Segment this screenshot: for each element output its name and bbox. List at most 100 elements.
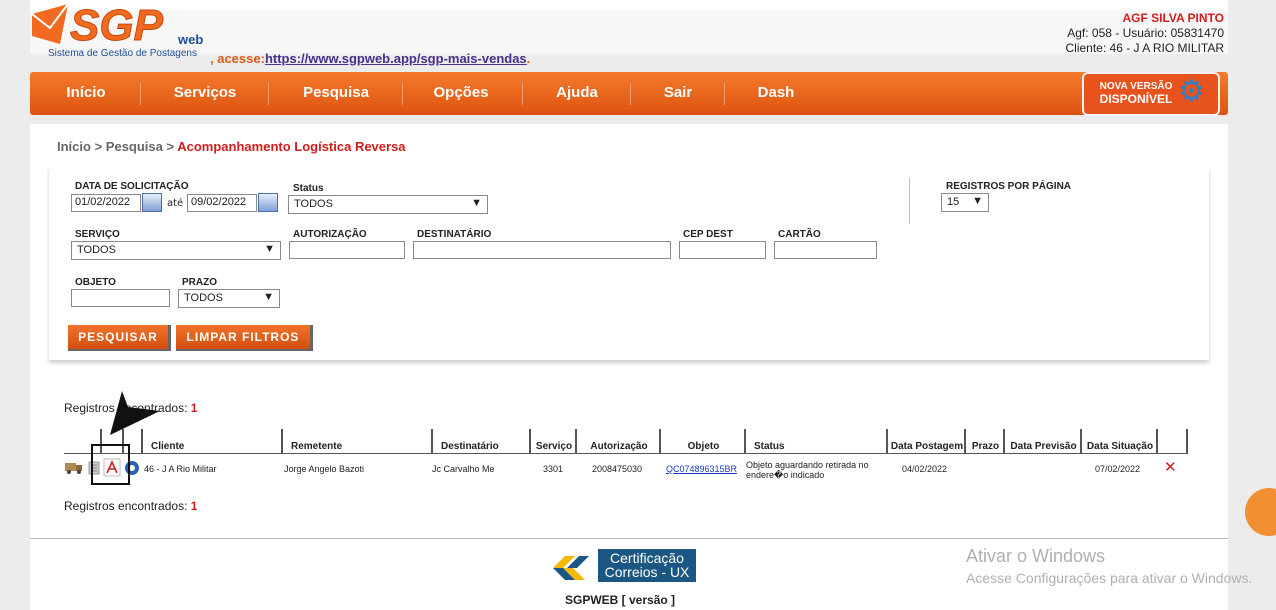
cell-objeto-link[interactable]: QC074896315BR <box>666 464 737 474</box>
nav-opcoes[interactable]: Opções <box>420 72 502 115</box>
col-remetente[interactable]: Remetente <box>285 429 433 453</box>
auth-label: AUTORIZAÇÃO <box>293 229 367 240</box>
client-line: Cliente: 46 - J A RIO MILITAR <box>1065 41 1225 55</box>
status-value: TODOS <box>294 198 333 210</box>
nav-divider <box>724 83 725 105</box>
col-objeto[interactable]: Objeto <box>663 429 746 453</box>
recipient-input[interactable] <box>413 241 671 259</box>
main-nav: Início Serviços Pesquisa Opções Ajuda Sa… <box>30 72 1228 115</box>
nav-ajuda[interactable]: Ajuda <box>540 72 614 115</box>
windows-activation-subtitle: Acesse Configurações para ativar o Windo… <box>966 570 1253 586</box>
breadcrumb-home[interactable]: Início <box>57 139 91 154</box>
calendar-icon[interactable] <box>142 193 162 212</box>
col-data-situacao[interactable]: Data Situação <box>1084 429 1158 453</box>
cell-status: Objeto aguardando retirada no endere�o i… <box>746 460 869 480</box>
cell-data-postagem: 04/02/2022 <box>902 464 948 474</box>
breadcrumb-current: Acompanhamento Logística Reversa <box>177 139 406 154</box>
filter-divider <box>909 178 910 224</box>
version-text: SGPWEB [ versão ] <box>565 593 676 607</box>
cert-line1: Certificação <box>610 550 684 566</box>
col-servico[interactable]: Serviço <box>533 429 577 453</box>
delete-icon[interactable]: ✕ <box>1164 458 1177 476</box>
cep-input[interactable] <box>679 241 766 259</box>
nav-divider <box>630 83 631 105</box>
gear-icon: ⚙ <box>1178 74 1205 109</box>
status-select[interactable]: TODOS ▼ <box>288 195 488 214</box>
nav-divider <box>522 83 523 105</box>
col-data-postagem[interactable]: Data Postagem <box>890 429 966 453</box>
breadcrumb-section[interactable]: Pesquisa <box>106 139 163 154</box>
nav-servicos[interactable]: Serviços <box>158 72 252 115</box>
nav-inicio[interactable]: Início <box>48 72 124 115</box>
auth-input[interactable] <box>289 241 405 259</box>
records-found-label: Registros encontrados: <box>64 499 188 513</box>
breadcrumb-sep: > <box>94 139 103 154</box>
chevron-down-icon: ▼ <box>972 195 983 207</box>
promo-banner: , acesse:https://www.sgpweb.app/sgp-mais… <box>210 51 530 66</box>
records-found-bottom: Registros encontrados: 1 <box>64 499 197 513</box>
col-delete <box>1160 429 1188 453</box>
pointer-arrow-icon <box>110 391 160 435</box>
col-cliente[interactable]: Cliente <box>145 429 283 453</box>
certification-badge: Certificação Correios - UX <box>598 549 696 582</box>
chevron-down-icon: ▼ <box>263 291 274 303</box>
status-label: Status <box>293 183 324 194</box>
records-found-count: 1 <box>190 401 198 415</box>
cell-cliente: 46 - J A Rio Militar <box>144 464 217 474</box>
service-value: TODOS <box>77 244 116 256</box>
date-label: DATA DE SOLICITAÇÃO <box>75 181 189 192</box>
nav-divider <box>140 83 141 105</box>
highlight-box <box>91 444 130 485</box>
truck-icon[interactable] <box>65 462 83 474</box>
cep-label: CEP DEST <box>683 229 733 240</box>
nav-divider <box>268 83 269 105</box>
chevron-down-icon: ▼ <box>471 197 482 209</box>
nav-sair[interactable]: Sair <box>648 72 708 115</box>
col-destinatario[interactable]: Destinatário <box>435 429 531 453</box>
object-input[interactable] <box>71 289 170 307</box>
col-autorizacao[interactable]: Autorização <box>579 429 661 453</box>
breadcrumb-sep: > <box>166 139 175 154</box>
cell-data-situacao: 07/02/2022 <box>1095 464 1141 474</box>
object-label: OBJETO <box>75 277 116 288</box>
col-status[interactable]: Status <box>748 429 888 453</box>
per-page-label: REGISTROS POR PÁGINA <box>946 181 1072 192</box>
search-button[interactable]: PESQUISAR <box>68 325 171 351</box>
service-label: SERVIÇO <box>75 229 120 240</box>
promo-prefix: , acesse: <box>210 51 265 66</box>
date-from-input[interactable]: 01/02/2022 <box>71 194 141 212</box>
records-found-count: 1 <box>190 499 198 513</box>
chat-bubble-icon[interactable] <box>1245 488 1276 536</box>
user-line: Agf: 058 - Usuário: 05831470 <box>1067 26 1224 40</box>
breadcrumb: Início > Pesquisa > Acompanhamento Logís… <box>57 139 406 154</box>
logo-subtitle: Sistema de Gestão de Postagens <box>48 48 197 59</box>
service-select[interactable]: TODOS ▼ <box>71 241 281 260</box>
col-prazo[interactable]: Prazo <box>968 429 1005 453</box>
cell-servico: 3301 <box>543 464 564 474</box>
card-label: CARTÃO <box>778 229 821 240</box>
deadline-select[interactable]: TODOS ▼ <box>178 289 280 308</box>
clear-filters-button[interactable]: LIMPAR FILTROS <box>176 325 313 351</box>
per-page-value: 15 <box>947 196 960 208</box>
correios-logo-icon <box>553 556 589 580</box>
nav-dash[interactable]: Dash <box>742 72 810 115</box>
logo-web: web <box>177 32 203 47</box>
cert-line2: Correios - UX <box>604 564 690 580</box>
nav-pesquisa[interactable]: Pesquisa <box>286 72 386 115</box>
calendar-icon[interactable] <box>258 193 278 212</box>
logo-text: SGP <box>70 1 164 50</box>
per-page-select[interactable]: 15 ▼ <box>941 193 989 212</box>
date-to-input[interactable]: 09/02/2022 <box>187 194 257 212</box>
chevron-down-icon: ▼ <box>264 243 275 255</box>
windows-activation-title: Ativar o Windows <box>966 546 1106 566</box>
col-data-previsao[interactable]: Data Previsão <box>1007 429 1082 453</box>
cell-remetente: Jorge Angelo Bazoti <box>284 464 365 474</box>
agency-name: AGF SILVA PINTO <box>1122 11 1224 25</box>
new-version-line2: DISPONÍVEL <box>1099 92 1173 106</box>
recipient-label: DESTINATÁRIO <box>417 229 492 240</box>
user-info: AGF SILVA PINTO Agf: 058 - Usuário: 0583… <box>1066 11 1225 56</box>
cell-autorizacao: 2008475030 <box>592 464 643 474</box>
promo-link[interactable]: https://www.sgpweb.app/sgp-mais-vendas <box>265 51 527 66</box>
card-input[interactable] <box>774 241 877 259</box>
deadline-value: TODOS <box>184 292 223 304</box>
